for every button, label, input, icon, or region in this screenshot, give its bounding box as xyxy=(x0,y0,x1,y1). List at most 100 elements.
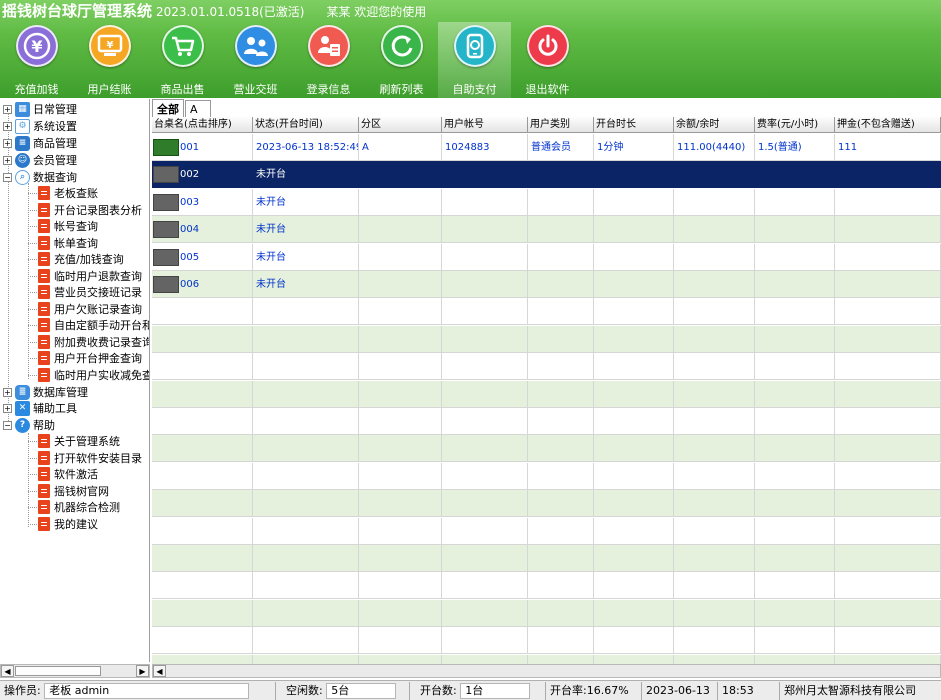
cell-account xyxy=(442,599,528,627)
cell-zone xyxy=(359,271,442,298)
tab-zone-a[interactable]: A xyxy=(185,100,211,117)
tree-connector xyxy=(28,342,37,343)
tree-item-manual-open[interactable]: 自由定额手动开台和 xyxy=(38,317,149,333)
tree-item-machine-check[interactable]: 机器综合检测 xyxy=(38,499,120,515)
cell-category xyxy=(528,216,594,244)
yen-coin-icon: ¥ xyxy=(15,25,58,67)
tree-item-suggestion[interactable]: 我的建议 xyxy=(38,516,98,532)
collapse-minus-icon[interactable]: − xyxy=(3,420,12,430)
cell-status: 未开台 xyxy=(253,161,359,189)
cell-account xyxy=(442,435,528,463)
tree-item-website[interactable]: 摇钱树官网 xyxy=(38,483,109,499)
login-info-button[interactable]: 登录信息 xyxy=(292,22,365,98)
cell-zone xyxy=(359,545,442,572)
scroll-left-icon[interactable]: ◀ xyxy=(153,665,166,677)
tree-item-refund-query[interactable]: 临时用户退款查询 xyxy=(38,268,142,284)
tree-item-shift-record[interactable]: 营业员交接班记录 xyxy=(38,284,142,300)
tree-item-account-query[interactable]: 帐号查询 xyxy=(38,218,98,234)
column-header-category[interactable]: 用户类别 xyxy=(528,117,594,133)
tree-item-open-chart[interactable]: 开台记录图表分析 xyxy=(38,202,142,218)
tree-item-deposit-query[interactable]: 用户开台押金查询 xyxy=(38,350,142,366)
tree-item-activate[interactable]: 软件激活 xyxy=(38,466,98,482)
table-row[interactable]: 005 未开台 xyxy=(152,243,941,271)
column-header-status[interactable]: 状态(开台时间) xyxy=(253,117,359,133)
cell-category xyxy=(528,599,594,627)
expand-plus-icon[interactable]: + xyxy=(3,138,12,148)
cell-balance xyxy=(674,654,755,664)
tree-item-discount-query[interactable]: 临时用户实收减免查i xyxy=(38,367,149,383)
cell-status xyxy=(253,490,359,518)
cell-status xyxy=(253,517,359,545)
expand-plus-icon[interactable]: + xyxy=(3,403,12,413)
tab-all[interactable]: 全部 xyxy=(152,99,184,117)
column-header-table-name[interactable]: 台桌名(点击排序) xyxy=(152,117,253,133)
expand-plus-icon[interactable]: + xyxy=(3,104,12,114)
cell-deposit xyxy=(835,298,941,326)
checkout-button[interactable]: ¥ 用户结账 xyxy=(73,22,146,98)
refresh-icon xyxy=(380,25,423,67)
tree-group-query[interactable]: − ⌕ 数据查询 xyxy=(3,169,77,185)
column-header-duration[interactable]: 开台时长 xyxy=(594,117,674,133)
self-pay-button[interactable]: 自助支付 xyxy=(438,22,511,98)
scroll-thumb[interactable] xyxy=(15,666,101,676)
tree-group-goods[interactable]: + ≡ 商品管理 xyxy=(3,135,77,151)
calendar-icon: ▦ xyxy=(15,101,30,117)
tree-horizontal-scrollbar[interactable]: ◀ ▶ xyxy=(0,664,150,678)
table-row[interactable]: 001 2023-06-13 18:52:49 A 1024883 普通会员 1分钟 111… xyxy=(152,134,941,161)
shift-handover-button[interactable]: 营业交班 xyxy=(219,22,292,98)
tree-group-database[interactable]: + ≣ 数据库管理 xyxy=(3,384,88,400)
cell-balance xyxy=(674,599,755,627)
cell-deposit xyxy=(835,517,941,545)
cell-deposit xyxy=(835,353,941,381)
cell-category xyxy=(528,517,594,545)
tree-group-tools[interactable]: + ✕ 辅助工具 xyxy=(3,400,77,416)
cell-zone xyxy=(359,298,442,326)
recharge-button[interactable]: ¥ 充值加钱 xyxy=(0,22,73,98)
cell-zone xyxy=(359,188,442,216)
tree-group-system[interactable]: + ⚙ 系统设置 xyxy=(3,118,77,134)
cell-deposit xyxy=(835,408,941,435)
tree-item-open-install-dir[interactable]: 打开软件安装目录 xyxy=(38,450,142,466)
column-header-rate[interactable]: 费率(元/小时) xyxy=(755,117,835,133)
tree-group-help[interactable]: − ? 帮助 xyxy=(3,417,55,433)
cell-status xyxy=(253,408,359,435)
expand-plus-icon[interactable]: + xyxy=(3,155,12,165)
collapse-minus-icon[interactable]: − xyxy=(3,172,12,182)
tree-item-surcharge-query[interactable]: 附加费收费记录查询 xyxy=(38,334,149,350)
cell-duration xyxy=(594,380,674,408)
cell-table-name xyxy=(152,380,253,408)
refresh-list-button[interactable]: 刷新列表 xyxy=(365,22,438,98)
tree-connector xyxy=(28,507,37,508)
table-row[interactable]: 006 未开台 xyxy=(152,271,941,298)
sell-goods-button[interactable]: 商品出售 xyxy=(146,22,219,98)
tree-item-bill-query[interactable]: 帐单查询 xyxy=(38,235,98,251)
table-row[interactable]: 004 未开台 xyxy=(152,216,941,244)
scroll-left-icon[interactable]: ◀ xyxy=(1,665,14,677)
exit-button[interactable]: 退出软件 xyxy=(511,22,584,98)
billiard-table-icon xyxy=(153,221,179,239)
tree-item-about[interactable]: 关于管理系统 xyxy=(38,433,120,449)
tree-label: 老板查账 xyxy=(54,187,98,200)
cell-status xyxy=(253,298,359,326)
toolbar-label: 营业交班 xyxy=(233,83,278,96)
cell-zone xyxy=(359,490,442,518)
tree-label: 日常管理 xyxy=(33,103,77,116)
grid-horizontal-scrollbar[interactable]: ◀ xyxy=(152,664,941,678)
cell-rate xyxy=(755,188,835,216)
tree-group-member[interactable]: + ☺ 会员管理 xyxy=(3,152,77,168)
column-header-account[interactable]: 用户帐号 xyxy=(442,117,528,133)
expand-plus-icon[interactable]: + xyxy=(3,387,12,397)
column-header-zone[interactable]: 分区 xyxy=(359,117,442,133)
tree-item-recharge-query[interactable]: 充值/加钱查询 xyxy=(38,251,124,267)
expand-plus-icon[interactable]: + xyxy=(3,121,12,131)
tree-group-daily[interactable]: + ▦ 日常管理 xyxy=(3,101,77,117)
tree-item-boss-account[interactable]: 老板查账 xyxy=(38,185,98,201)
scroll-right-icon[interactable]: ▶ xyxy=(136,665,149,677)
column-header-deposit[interactable]: 押金(不包含赠送) xyxy=(835,117,941,133)
cell-balance xyxy=(674,325,755,353)
column-header-balance[interactable]: 余额/余时 xyxy=(674,117,755,133)
cell-account xyxy=(442,517,528,545)
table-row[interactable]: 002 未开台 xyxy=(152,161,941,189)
table-row[interactable]: 003 未开台 xyxy=(152,188,941,216)
tree-item-debt-record[interactable]: 用户欠账记录查询 xyxy=(38,301,142,317)
